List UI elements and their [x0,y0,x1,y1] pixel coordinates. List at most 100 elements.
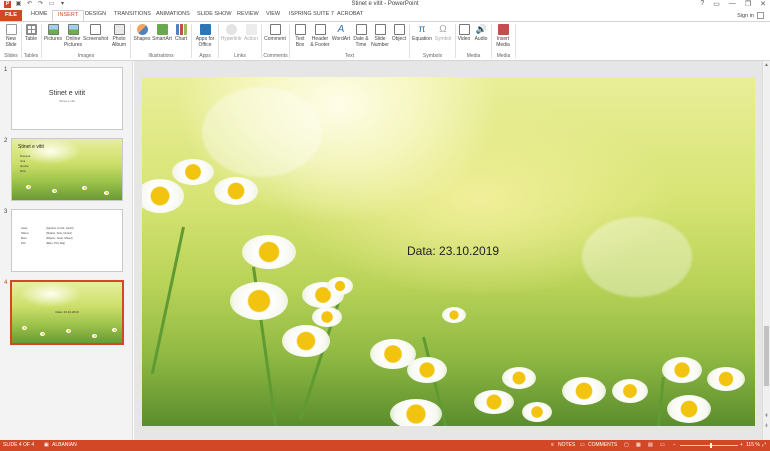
close-button[interactable]: ✕ [760,0,766,8]
restore-button[interactable]: ❐ [745,0,751,8]
date-time-button[interactable]: Date & Time [351,24,371,48]
zoom-slider-knob[interactable] [710,443,712,448]
shapes-button[interactable]: Shapes [132,24,152,42]
proofing-icon[interactable]: ▣ [44,440,49,451]
thumb-3-item: Janar [21,227,28,230]
language-indicator[interactable]: ALBANIAN [52,440,77,451]
tab-insert[interactable]: INSERT [52,10,85,21]
slide-number-icon [374,24,386,35]
zoom-out-icon[interactable]: − [673,440,676,451]
slide-number-button[interactable]: Slide Number [371,24,389,48]
comments-button[interactable]: COMMENTS [588,440,617,451]
hyperlink-button[interactable]: Hyperlink [219,24,243,42]
smartart-label: SmartArt [152,36,172,42]
apps-for-office-label: Apps for Office [195,36,215,48]
chart-button[interactable]: Chart [173,24,189,42]
online-pictures-label: Online Pictures [63,36,83,48]
tab-view[interactable]: VIEW [266,11,280,17]
fit-slide-icon[interactable]: ⤢ [762,440,766,451]
slide-thumbnail-2[interactable]: Stinet e vitit Pranvera Vera Vjeshta Dim… [11,138,123,201]
avatar [757,12,764,19]
online-pictures-button[interactable]: Online Pictures [63,24,83,48]
tab-home[interactable]: HOME [31,11,48,17]
tab-ispring-suite[interactable]: ISPRING SUITE 7 [289,11,334,17]
reading-view-icon[interactable]: ▤ [648,440,653,451]
wordart-button[interactable]: A WordArt [331,24,351,42]
normal-view-icon[interactable]: ▢ [624,440,629,451]
help-button[interactable]: ? [700,0,704,8]
smartart-button[interactable]: SmartArt [152,24,172,42]
symbol-icon: Ω [439,24,447,35]
zoom-in-icon[interactable]: + [740,440,743,451]
table-button[interactable]: Table [23,24,39,42]
thumb-4-date: Data: 23.10.2019 [55,310,79,314]
sign-in[interactable]: Sign in [737,12,764,19]
photo-album-button[interactable]: Photo Album [109,24,129,48]
next-slide-icon[interactable]: ⇟ [763,423,770,429]
thumb-daisy [40,332,45,336]
audio-button[interactable]: 🔊 Audio [473,24,489,42]
thumb-1-subtitle: Stinet e vitit [59,99,75,103]
equation-button[interactable]: π Equation [410,24,434,42]
apps-for-office-button[interactable]: Apps for Office [193,24,217,48]
slide-thumbnail-4[interactable]: Data: 23.10.2019 [10,280,124,345]
minimize-button[interactable]: — [729,0,736,8]
scrollbar-thumb[interactable] [764,326,769,386]
slide-show-icon[interactable]: ▭ [660,440,665,451]
tab-review[interactable]: REVIEW [237,11,259,17]
action-button[interactable]: Action [243,24,259,42]
text-box-button[interactable]: Text Box [291,24,309,48]
comment-button[interactable]: Comment [263,24,287,42]
slide-editing-area[interactable]: Data: 23.10.2019 ▲ ⇞ ⇟ [134,61,770,440]
new-slide-button[interactable]: New Slide [2,24,20,48]
group-label-tables: Tables [23,53,39,59]
equation-label: Equation [412,36,432,42]
symbol-button[interactable]: Ω Symbol [433,24,453,42]
thumb-3-detail: (Qershor, Korrik, Gusht) [46,227,74,230]
screenshot-button[interactable]: Screenshot [83,24,108,42]
slide-thumbnail-1[interactable]: Stinet e vitit Stinet e vitit [11,67,123,130]
tab-transitions[interactable]: TRANSITIONS [114,11,151,17]
comment-label: Comment [264,36,286,42]
vertical-scrollbar[interactable]: ▲ ⇞ ⇟ [762,61,770,440]
comments-icon[interactable]: ▭ [580,440,585,451]
tab-slide-show[interactable]: SLIDE SHOW [197,11,232,17]
notes-icon[interactable]: ≡ [551,440,554,451]
notes-button[interactable]: NOTES [558,440,575,451]
tab-acrobat[interactable]: ACROBAT [337,11,363,17]
thumb-3-detail: (Shtator, Tetor, Nentor) [46,232,73,235]
slide-date-text[interactable]: Data: 23.10.2019 [407,244,499,258]
apps-for-office-icon [199,24,211,35]
equation-icon: π [418,24,426,35]
header-footer-button[interactable]: Header & Footer [309,24,331,48]
video-button[interactable]: Video [456,24,472,42]
zoom-level[interactable]: 115 % [746,440,760,451]
thumb-2-bullet: Vera [20,160,26,163]
pictures-button[interactable]: Pictures [43,24,63,42]
slide-thumbnails-panel[interactable]: 1 Stinet e vitit Stinet e vitit 2 Stinet… [0,61,133,440]
ribbon-display-icon[interactable]: ▭ [713,0,720,8]
thumb-1-title: Stinet e vitit [48,90,86,97]
table-label: Table [25,36,37,42]
wordart-label: WordArt [331,36,351,42]
light-haze [582,217,692,297]
daisy-flower [214,177,258,205]
object-button[interactable]: Object [390,24,408,42]
thumb-3-item: Shkurt [21,232,29,235]
daisy-flower [282,325,330,357]
previous-slide-icon[interactable]: ⇞ [763,413,770,419]
group-label-comments: Comments [263,53,288,59]
insert-media-button[interactable]: Insert Media [493,24,513,48]
tab-file[interactable]: FILE [0,10,22,21]
current-slide[interactable]: Data: 23.10.2019 [142,77,755,426]
tab-animations[interactable]: ANIMATIONS [156,11,190,17]
tab-design[interactable]: DESIGN [85,11,106,17]
zoom-slider[interactable] [680,445,738,446]
group-label-slides: Slides [4,53,18,59]
slide-thumbnail-3[interactable]: Janar Shkurt Mars Prill (Qershor, Korrik… [11,209,123,272]
scroll-up-icon[interactable]: ▲ [763,62,770,68]
thumb-daisy [22,326,27,330]
slide-sorter-icon[interactable]: ▦ [636,440,641,451]
audio-label: Audio [474,36,488,42]
thumb-daisy [112,328,117,332]
